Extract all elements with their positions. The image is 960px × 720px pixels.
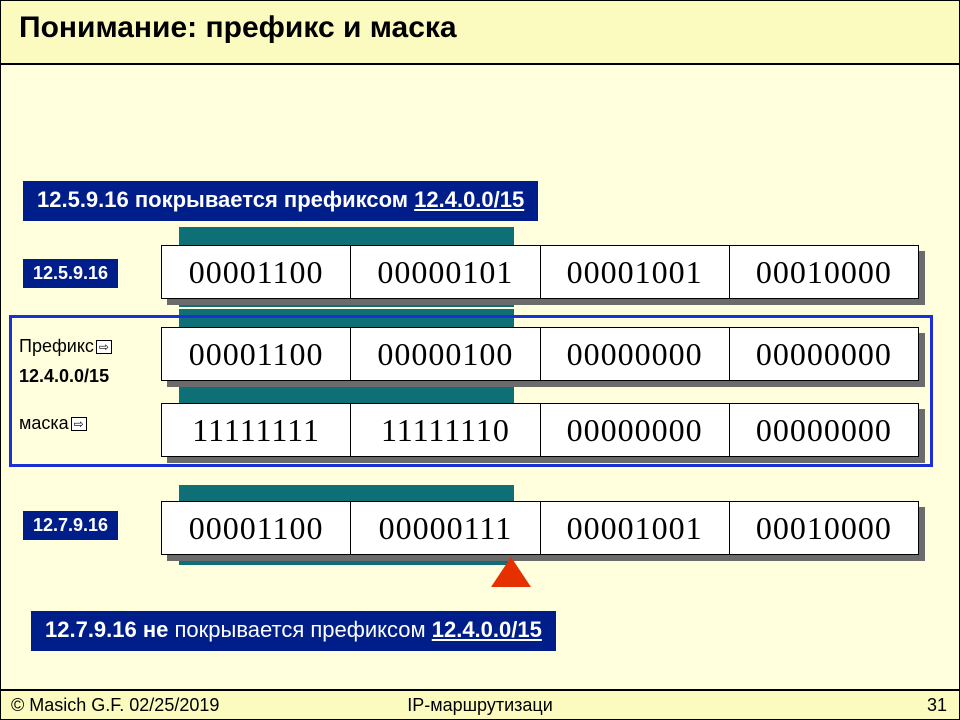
label-mask: маска ⇨ [19,413,87,434]
banner-covered-cidr: 12.4.0.0/15 [414,187,524,212]
label-prefix-text: Префикс [19,336,94,357]
label-cidr: 12.4.0.0/15 [19,366,109,387]
slide-title: Понимание: префикс и маска [19,11,941,45]
octet-cell: 00001100 [162,328,351,381]
octet-table: 00001100 00000100 00000000 00000000 [161,327,919,381]
octet-cell: 11111110 [351,404,540,457]
banner-covered: 12.5.9.16 покрывается префиксом 12.4.0.0… [23,181,538,221]
ip-chip-2: 12.7.9.16 [23,511,118,540]
octet-cell: 00000100 [351,328,540,381]
octet-cell: 00000000 [729,328,918,381]
octet-row-addr2: 00001100 00000111 00001001 00010000 [161,501,919,555]
octet-cell: 00000111 [351,502,540,555]
banner-not-cidr: 12.4.0.0/15 [432,617,542,642]
label-mask-text: маска [19,413,69,434]
octet-row-mask: 11111111 11111110 00000000 00000000 [161,403,919,457]
footer: © Masich G.F. 02/25/2019 IP-маршрутизаци… [1,689,959,719]
arrow-right-icon: ⇨ [71,417,87,431]
octet-cell: 00000000 [540,328,729,381]
footer-right: 31 [927,695,947,716]
label-prefix: Префикс ⇨ [19,336,112,357]
octet-cell: 00000000 [540,404,729,457]
octet-cell: 00010000 [729,246,918,299]
banner-not-pre: 12.7.9.16 не [45,617,175,642]
octet-cell: 00001001 [540,502,729,555]
octet-table: 00001100 00000111 00001001 00010000 [161,501,919,555]
footer-left: © Masich G.F. 02/25/2019 [11,695,219,716]
octet-cell: 00000101 [351,246,540,299]
octet-cell: 00000000 [729,404,918,457]
banner-not-covered: 12.7.9.16 не покрывается префиксом 12.4.… [31,611,556,651]
octet-cell: 00010000 [729,502,918,555]
title-bar: Понимание: префикс и маска [1,1,959,65]
octet-table: 00001100 00000101 00001001 00010000 [161,245,919,299]
octet-table: 11111111 11111110 00000000 00000000 [161,403,919,457]
ip-chip-1: 12.5.9.16 [23,259,118,288]
arrow-right-icon: ⇨ [96,340,112,354]
octet-cell: 00001100 [162,246,351,299]
banner-not-mid: покрывается префиксом [175,617,432,642]
mismatch-triangle-icon [491,557,531,587]
slide: Понимание: префикс и маска 12.5.9.16 пок… [0,0,960,720]
banner-covered-text: 12.5.9.16 покрывается префиксом [37,187,414,212]
octet-cell: 00001001 [540,246,729,299]
octet-cell: 11111111 [162,404,351,457]
octet-row-addr1: 00001100 00000101 00001001 00010000 [161,245,919,299]
octet-cell: 00001100 [162,502,351,555]
octet-row-prefix: 00001100 00000100 00000000 00000000 [161,327,919,381]
